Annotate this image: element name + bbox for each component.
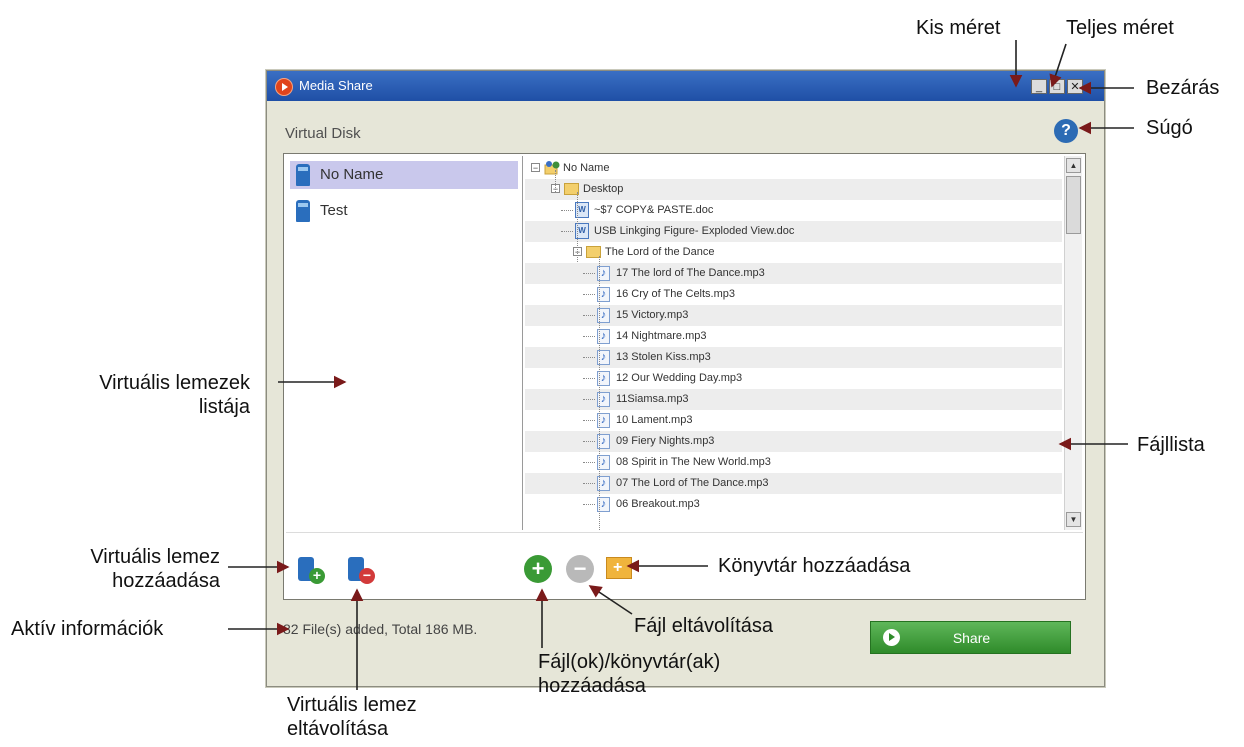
arrow-remove-file (588, 585, 633, 615)
arrow-maximize (1049, 43, 1067, 88)
callout-arrows (228, 40, 1134, 690)
